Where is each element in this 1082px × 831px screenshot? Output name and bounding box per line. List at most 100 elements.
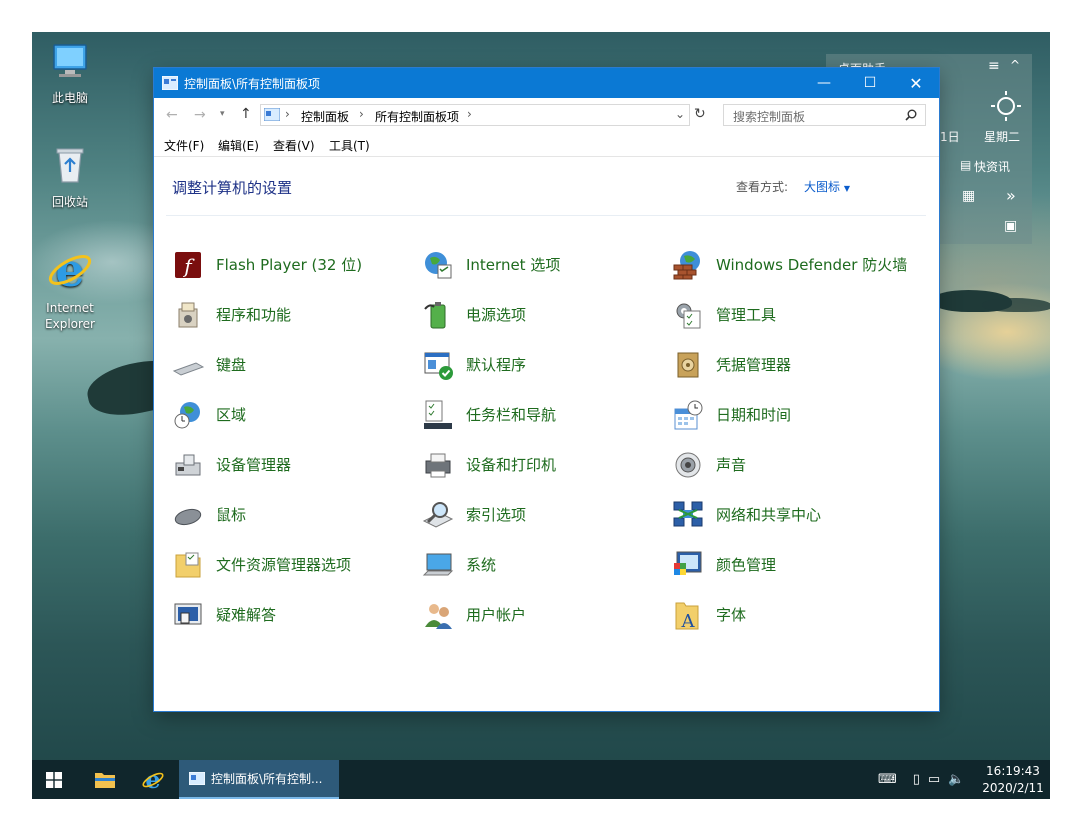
menu-file[interactable]: 文件(F)	[164, 137, 204, 154]
file-explorer-button[interactable]	[84, 760, 126, 799]
firewall-icon	[672, 249, 704, 281]
cp-item-credential-manager[interactable]: 凭据管理器	[672, 345, 791, 385]
cp-item-taskbar-navigation[interactable]: 任务栏和导航	[422, 395, 556, 435]
cp-item-troubleshooting[interactable]: 疑难解答	[172, 595, 276, 635]
cp-item-mouse[interactable]: 鼠标	[172, 495, 246, 535]
menu-tools[interactable]: 工具(T)	[329, 137, 370, 154]
search-icon[interactable]	[905, 109, 917, 121]
programs-features-icon	[172, 299, 204, 331]
minimize-button[interactable]: —	[801, 68, 847, 98]
sun-icon	[991, 91, 1021, 121]
usb-icon[interactable]: ▯	[913, 772, 920, 787]
cp-item-label: 默认程序	[466, 355, 527, 374]
start-button[interactable]	[32, 760, 76, 799]
cp-item-label: 文件资源管理器选项	[216, 555, 352, 574]
devices-printers-icon	[422, 449, 454, 481]
cp-item-user-accounts[interactable]: 用户帐户	[422, 595, 526, 635]
close-button[interactable]: ✕	[893, 68, 939, 98]
up-icon[interactable]: ↑	[240, 106, 252, 122]
system-icon	[422, 549, 454, 581]
keyboard-tray-icon[interactable]: ⌨	[878, 772, 897, 787]
cp-item-label: Internet 选项	[466, 255, 561, 274]
forward-icon[interactable]: →	[194, 107, 206, 123]
cp-item-internet-options[interactable]: Internet 选项	[422, 245, 560, 285]
cp-item-device-manager[interactable]: 设备管理器	[172, 445, 291, 485]
dropdown-arrow-icon: ▼	[843, 184, 850, 193]
volume-icon[interactable]: 🔈	[948, 772, 964, 787]
search-placeholder: 搜索控制面板	[733, 110, 806, 124]
qr-code-icon[interactable]: ▣	[1004, 218, 1017, 234]
recycle-bin-icon	[56, 148, 84, 183]
cp-item-flash-player[interactable]: f Flash Player (32 位)	[172, 245, 362, 285]
cp-item-label: Flash Player (32 位)	[216, 255, 363, 274]
back-icon[interactable]: ←	[166, 107, 178, 123]
control-panel-icon	[162, 76, 178, 90]
default-programs-icon	[422, 349, 454, 381]
expand-icon[interactable]: »	[1006, 186, 1016, 205]
cp-item-label: 字体	[716, 605, 747, 624]
mouse-icon	[172, 499, 204, 531]
collapse-icon[interactable]: ^	[1010, 58, 1020, 72]
menu-icon[interactable]: ≡	[988, 58, 1000, 74]
clock[interactable]: 16:19:43 2020/2/11	[980, 760, 1046, 799]
divider	[166, 215, 926, 216]
cp-item-fonts[interactable]: A 字体	[672, 595, 746, 635]
cp-item-explorer-options[interactable]: 文件资源管理器选项	[172, 545, 351, 585]
internet-explorer-taskbar-button[interactable]: e	[132, 760, 174, 799]
taskbar-item-control-panel[interactable]: 控制面板\所有控制...	[179, 760, 339, 799]
breadcrumb-item-all-items[interactable]: 所有控制面板项	[375, 108, 459, 125]
cp-item-label: 用户帐户	[466, 605, 527, 624]
breadcrumb-separator-icon: ›	[359, 107, 364, 121]
cp-item-windows-defender-firewall[interactable]: Windows Defender 防火墙	[672, 245, 912, 285]
desktop-icon-internet-explorer[interactable]: e Internet Explorer	[32, 243, 108, 332]
menu-view[interactable]: 查看(V)	[273, 137, 315, 154]
cp-item-power-options[interactable]: 电源选项	[422, 295, 526, 335]
breadcrumb-separator-icon: ›	[285, 107, 290, 121]
address-dropdown-icon[interactable]: ⌄	[675, 107, 685, 121]
cp-item-label: 管理工具	[716, 305, 777, 324]
grid-icon[interactable]: ▦	[962, 188, 975, 204]
network-sharing-icon	[672, 499, 704, 531]
cp-item-region[interactable]: 区域	[172, 395, 246, 435]
explorer-options-icon	[172, 549, 204, 581]
recent-locations-icon[interactable]: ▾	[220, 109, 225, 119]
cp-item-keyboard[interactable]: 键盘	[172, 345, 246, 385]
cp-item-date-time[interactable]: 日期和时间	[672, 395, 791, 435]
navigation-bar: ← → ▾ ↑ › 控制面板 › 所有控制面板项 › ⌄ ↻ 搜索控制面板	[154, 98, 939, 134]
desktop-icon-label: 此电脑	[51, 91, 88, 105]
breadcrumb-item-control-panel[interactable]: 控制面板	[301, 108, 349, 125]
cp-item-label: 任务栏和导航	[466, 405, 557, 424]
cp-item-admin-tools[interactable]: 管理工具	[672, 295, 776, 335]
search-input[interactable]: 搜索控制面板	[723, 104, 926, 126]
title-bar[interactable]: 控制面板\所有控制面板项 — ☐ ✕	[154, 68, 939, 98]
view-by-dropdown[interactable]: 大图标 ▼	[804, 178, 850, 195]
user-accounts-icon	[422, 599, 454, 631]
cp-item-system[interactable]: 系统	[422, 545, 496, 585]
page-title: 调整计算机的设置	[172, 179, 293, 197]
address-bar[interactable]: › 控制面板 › 所有控制面板项 › ⌄	[260, 104, 690, 126]
fonts-icon: A	[672, 599, 704, 632]
widget-quick-news[interactable]: 快资讯	[974, 158, 1010, 175]
cp-item-sound[interactable]: 声音	[672, 445, 746, 485]
refresh-icon[interactable]: ↻	[694, 106, 706, 122]
taskbar: e 控制面板\所有控制... ⌨ ▯ ▭ 🔈 16:19:43 2020/2/1…	[32, 760, 1050, 799]
cp-item-indexing-options[interactable]: 索引选项	[422, 495, 526, 535]
menu-edit[interactable]: 编辑(E)	[218, 137, 259, 154]
cp-item-default-programs[interactable]: 默认程序	[422, 345, 526, 385]
network-icon[interactable]: ▭	[928, 772, 940, 787]
cp-item-label: 索引选项	[466, 505, 527, 524]
maximize-button[interactable]: ☐	[847, 68, 893, 98]
cp-item-network-sharing[interactable]: 网络和共享中心	[672, 495, 821, 535]
desktop-icon-this-pc[interactable]: 此电脑	[32, 42, 108, 106]
widget-news-icon: ▤	[960, 158, 972, 172]
flash-player-icon: f	[172, 249, 204, 281]
cp-item-devices-printers[interactable]: 设备和打印机	[422, 445, 556, 485]
desktop-icon-recycle-bin[interactable]: 回收站	[32, 144, 108, 210]
cp-item-color-management[interactable]: 颜色管理	[672, 545, 776, 585]
computer-icon	[53, 44, 87, 77]
breadcrumb-separator-icon: ›	[467, 107, 472, 121]
sound-icon	[672, 449, 704, 481]
taskbar-item-label: 控制面板\所有控制...	[211, 772, 323, 786]
cp-item-programs-features[interactable]: 程序和功能	[172, 295, 291, 335]
internet-explorer-icon: e	[48, 243, 92, 297]
